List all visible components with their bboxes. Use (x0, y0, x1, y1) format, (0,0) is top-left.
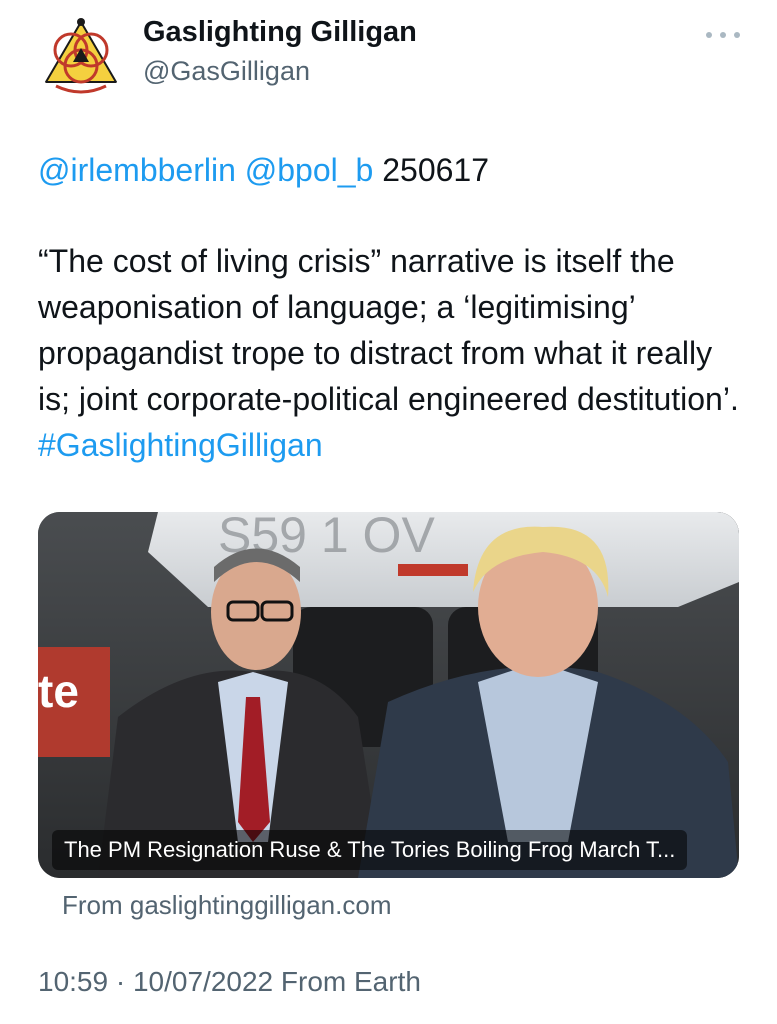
dot (734, 32, 740, 38)
tweet-body: “The cost of living crisis” narrative is… (38, 238, 743, 468)
hashtag-link[interactable]: #GaslightingGilligan (38, 427, 323, 463)
author-avatar[interactable] (36, 10, 126, 100)
card-title: The PM Resignation Ruse & The Tories Boi… (52, 830, 688, 870)
author-handle[interactable]: @GasGilligan (143, 56, 310, 87)
tweet-time[interactable]: 10:59 (38, 966, 108, 997)
more-options-icon[interactable] (706, 28, 740, 42)
tweet-client: From Earth (280, 966, 421, 997)
tweet-meta: 10:59 · 10/07/2022 From Earth (38, 966, 421, 998)
svg-text:te: te (38, 665, 79, 717)
mentions-line: @irlembberlin @bpol_b 250617 (38, 148, 489, 192)
tweet-date[interactable]: 10/07/2022 (133, 966, 273, 997)
mention-link[interactable]: @irlembberlin (38, 152, 236, 188)
dot (720, 32, 726, 38)
dot (706, 32, 712, 38)
card-source-link[interactable]: From gaslightinggilligan.com (62, 890, 391, 921)
venn-triangle-logo-icon (37, 11, 125, 99)
mention-link[interactable]: @bpol_b (245, 152, 374, 188)
author-name[interactable]: Gaslighting Gilligan (143, 16, 417, 49)
meta-separator: · (115, 966, 126, 997)
link-card[interactable]: S59 1 OV te The PM Resignation Ruse & Th… (38, 512, 739, 878)
ref-code: 250617 (382, 152, 490, 188)
tweet-text: “The cost of living crisis” narrative is… (38, 243, 739, 417)
card-image: S59 1 OV te (38, 512, 739, 878)
